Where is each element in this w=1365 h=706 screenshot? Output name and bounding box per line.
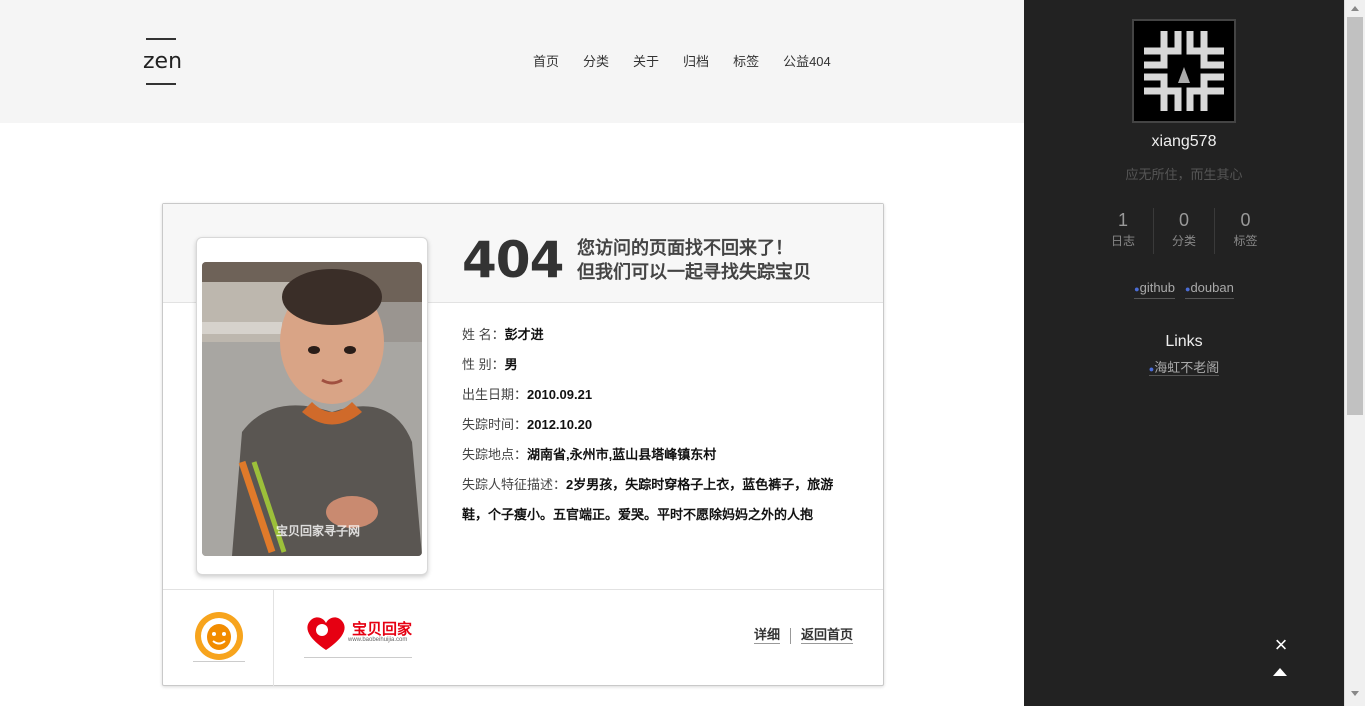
stat-categories[interactable]: 0 分类 [1154,208,1215,254]
logo-bottom-line [146,83,176,85]
nav-item-archive[interactable]: 归档 [683,53,709,71]
error-code: 404 [462,231,564,289]
scroll-down-arrow-icon[interactable] [1351,691,1359,696]
child-photo-image [202,262,422,556]
site-logo[interactable]: zen [143,38,183,85]
sidebar-motto: 应无所住，而生其心 [1125,167,1243,182]
stat-label: 日志 [1110,234,1135,248]
site-header: zen 首页 分类 关于 归档 标签 公益404 [0,0,1024,123]
links-list: ●海虹不老阁 [1024,359,1344,378]
social-link-douban[interactable]: ●douban [1185,279,1234,299]
close-sidebar-icon[interactable]: × [1269,634,1293,658]
friend-link[interactable]: ●海虹不老阁 [1148,360,1220,376]
stat-label: 标签 [1233,234,1258,248]
back-home-link[interactable]: 返回首页 [800,627,853,644]
child-photo: 宝贝回家寻子网 [202,262,422,556]
social-link-label: github [1139,280,1176,295]
info-row-missing-place: 失踪地点：湖南省,永州市,蓝山县塔峰镇东村 [462,440,857,470]
heart-icon [307,617,345,650]
footer-link-separator [789,627,791,644]
missing-child-card: 宝贝回家寻子网 404 您访问的页面找不回来了！ 但我们可以一起寻找失踪宝贝 姓… [162,203,884,686]
back-to-top-icon[interactable] [1273,668,1287,676]
info-row-birthdate: 出生日期：2010.09.21 [462,380,857,410]
social-link-label: douban [1190,280,1234,295]
scroll-thumb[interactable] [1347,17,1363,415]
info-label: 出生日期： [462,387,528,402]
info-label: 失踪时间： [462,417,528,432]
stat-number: 1 [1117,210,1128,230]
baobeihuijia-logo[interactable]: 宝贝回家 www.baobeihuijia.com [304,612,412,658]
qq-volunteer-icon [195,612,243,660]
footer-divider [273,590,274,686]
info-value: 2012.10.20 [527,417,593,432]
error-message-line2: 但我们可以一起寻找失踪宝贝 [577,262,811,282]
scroll-up-arrow-icon[interactable] [1351,6,1359,11]
info-row-gender: 性 别：男 [462,350,857,380]
baobeihuijia-logo-text: 宝贝回家 [352,621,413,638]
error-message-line1: 您访问的页面找不回来了！ [577,238,793,258]
photo-watermark: 宝贝回家寻子网 [276,524,361,538]
info-row-description: 失踪人特征描述：2岁男孩，失踪时穿格子上衣，蓝色裤子，旅游鞋，个子瘦小。五官端正… [462,470,857,530]
error-message: 您访问的页面找不回来了！ 但我们可以一起寻找失踪宝贝 [577,236,811,284]
sidebar: xiang578 应无所住，而生其心 1 日志 0 分类 0 标签 ●githu… [1024,0,1344,706]
stat-posts[interactable]: 1 日志 [1093,208,1154,254]
sidebar-stats: 1 日志 0 分类 0 标签 [1093,208,1276,254]
info-value: 彭才进 [504,327,544,342]
stat-label: 分类 [1171,234,1196,248]
info-label: 姓 名： [462,327,505,342]
qq-volunteer-logo[interactable] [193,610,245,662]
card-footer: 宝贝回家 www.baobeihuijia.com 详细 返回首页 [163,589,883,686]
nav-item-public404[interactable]: 公益404 [783,53,831,71]
stat-tags[interactable]: 0 标签 [1215,208,1276,254]
photo-frame: 宝贝回家寻子网 [196,237,428,575]
info-label: 失踪地点： [462,447,528,462]
info-value: 男 [504,357,518,372]
footer-links: 详细 返回首页 [753,627,853,644]
social-links: ●github ●douban [1024,279,1344,299]
logo-text: zen [143,49,183,74]
info-value: 2010.09.21 [527,387,593,402]
sidebar-username[interactable]: xiang578 [1024,133,1344,151]
avatar[interactable] [1132,19,1236,123]
friend-link-label: 海虹不老阁 [1154,360,1220,375]
avatar-image [1134,21,1234,121]
info-row-missing-date: 失踪时间：2012.10.20 [462,410,857,440]
info-value: 湖南省,永州市,蓝山县塔峰镇东村 [527,447,717,462]
main-nav: 首页 分类 关于 归档 标签 公益404 [533,53,855,71]
nav-item-tags[interactable]: 标签 [733,53,759,71]
nav-item-categories[interactable]: 分类 [583,53,609,71]
stat-number: 0 [1178,210,1189,230]
social-link-github[interactable]: ●github [1134,279,1176,299]
child-info: 姓 名：彭才进 性 别：男 出生日期：2010.09.21 失踪时间：2012.… [462,320,857,530]
nav-item-about[interactable]: 关于 [633,53,659,71]
baobeihuijia-logo-url: www.baobeihuijia.com [348,637,408,643]
detail-link[interactable]: 详细 [753,627,780,644]
nav-item-home[interactable]: 首页 [533,53,559,71]
stat-number: 0 [1240,210,1251,230]
info-row-name: 姓 名：彭才进 [462,320,857,350]
info-label: 失踪人特征描述： [462,477,567,492]
page-scrollbar[interactable] [1344,0,1365,706]
links-title: Links [1165,333,1203,350]
info-label: 性 别： [462,357,505,372]
